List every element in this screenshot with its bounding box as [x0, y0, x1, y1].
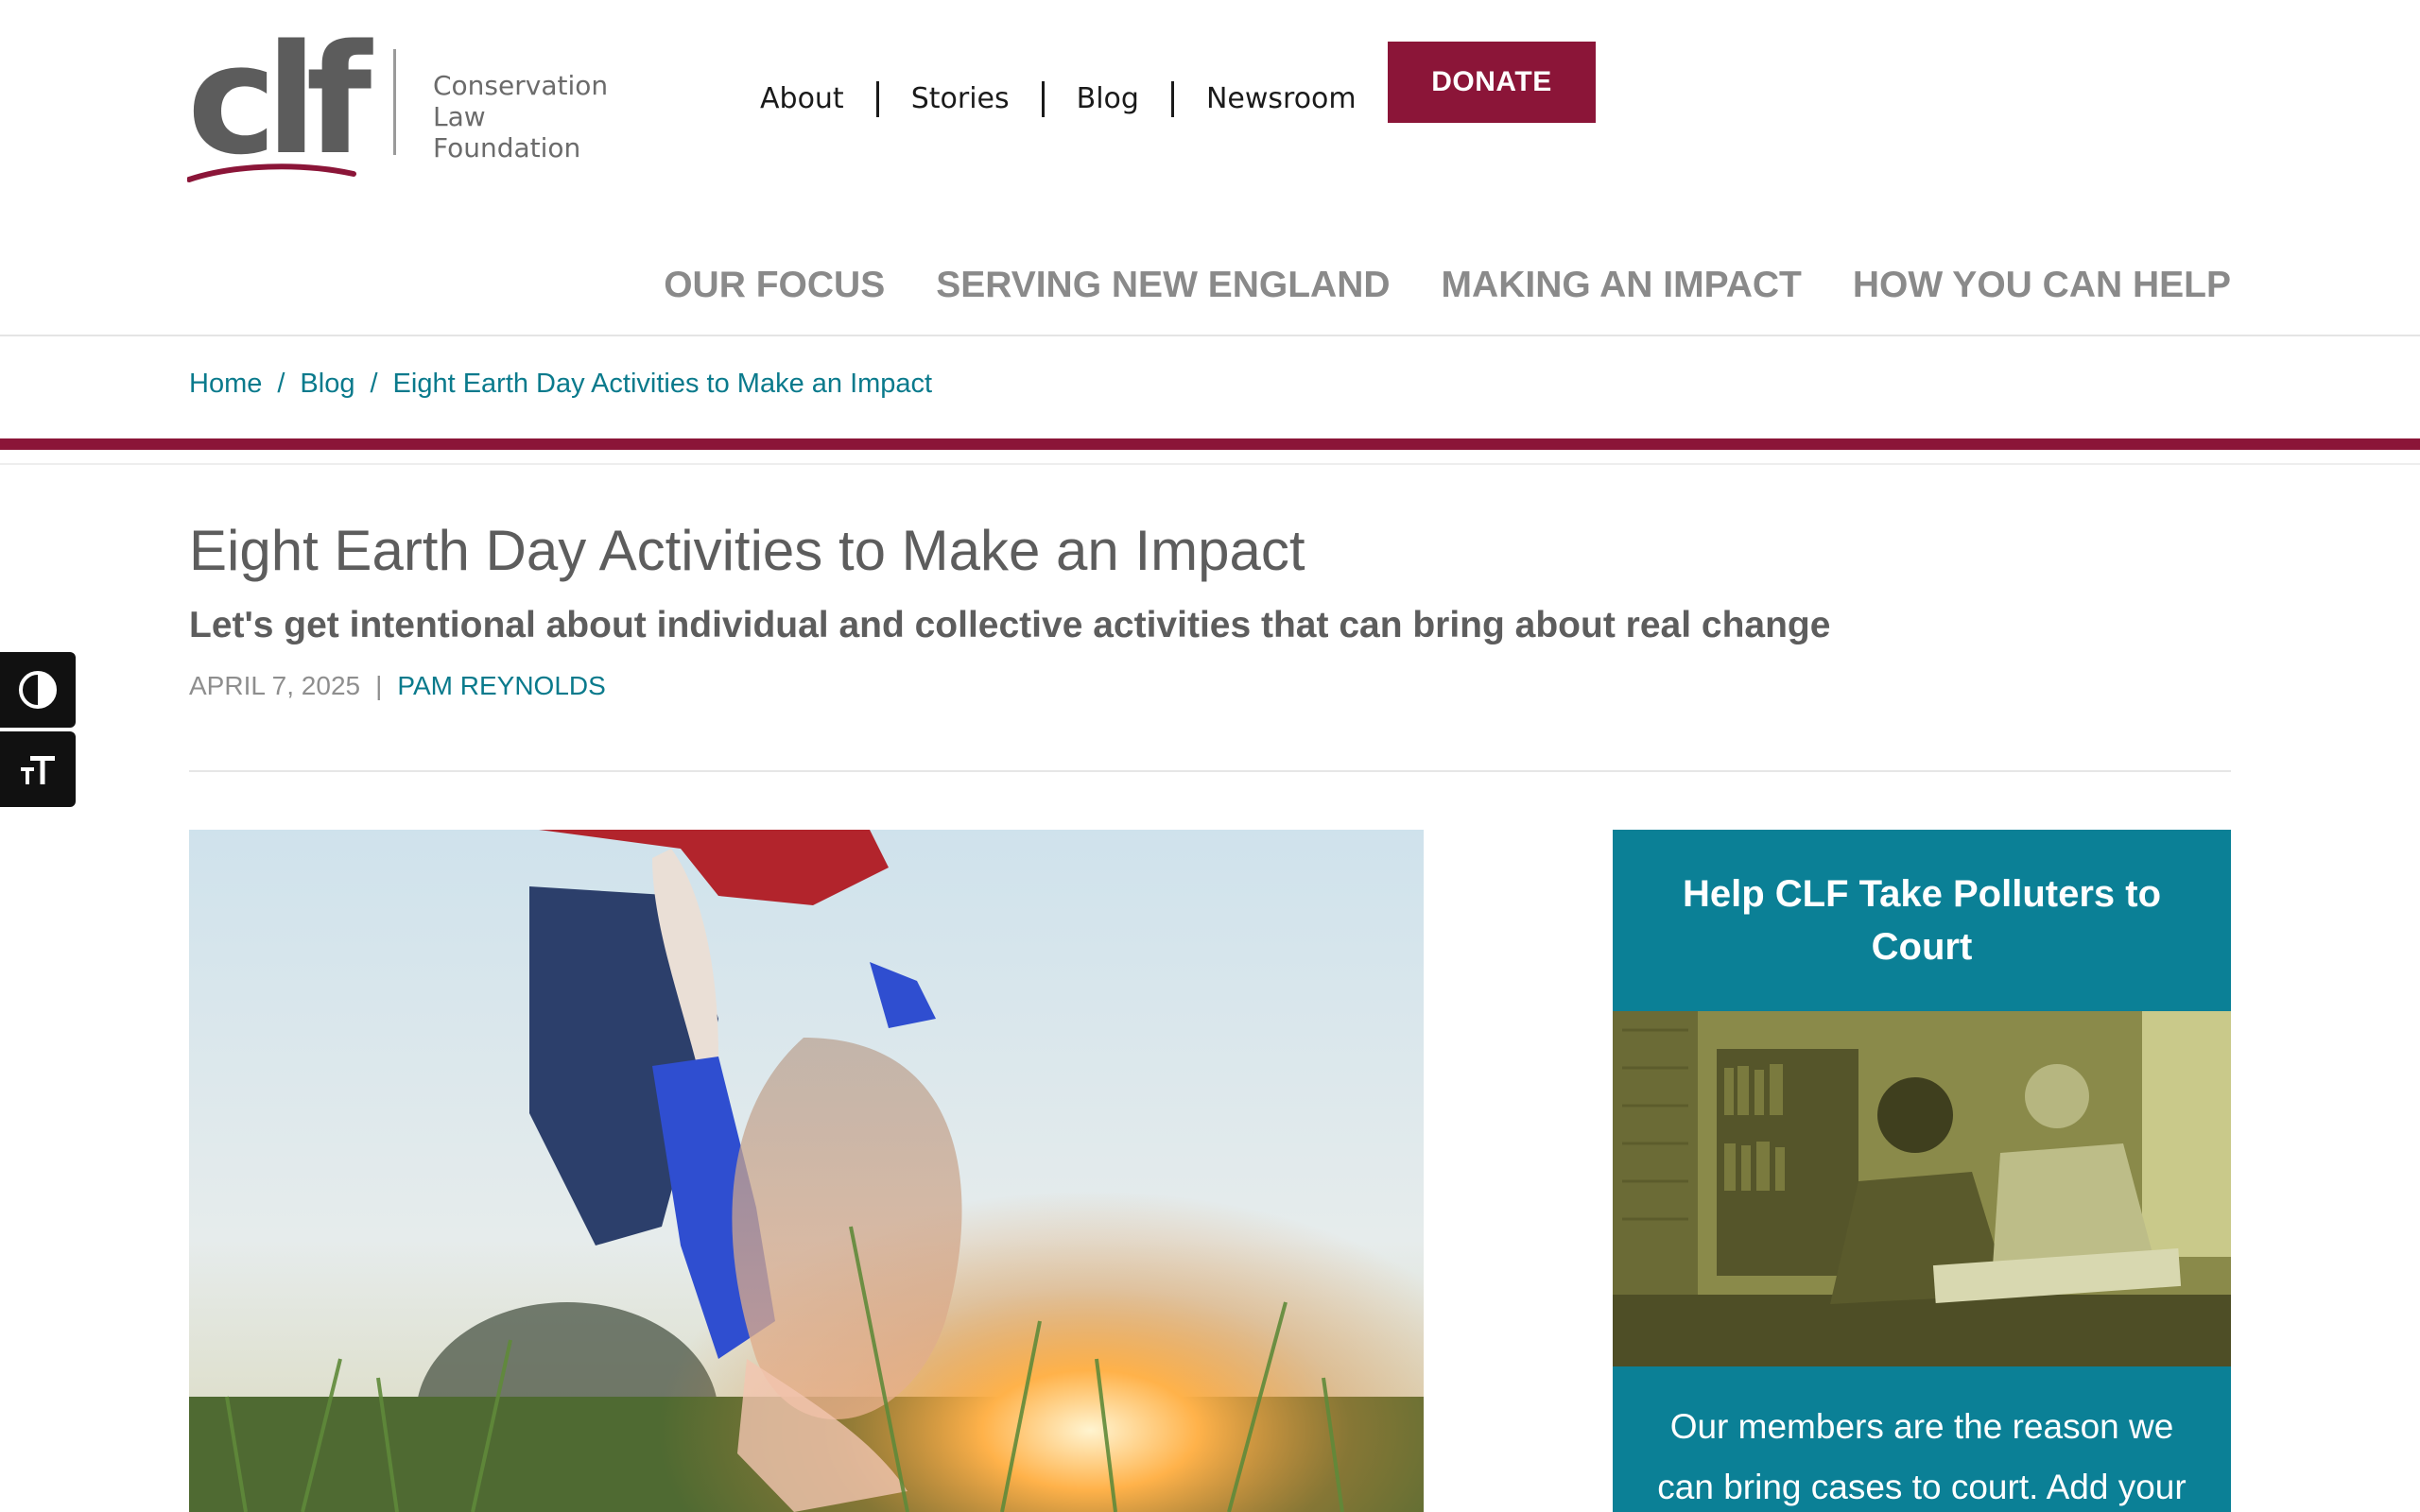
nav-blog[interactable]: Blog [1041, 81, 1171, 117]
accent-line [0, 463, 2420, 465]
main-nav-our-focus[interactable]: OUR FOCUS [664, 265, 885, 306]
contrast-icon [19, 671, 57, 709]
nav-newsroom[interactable]: Newsroom [1170, 81, 1389, 117]
article-author[interactable]: PAM REYNOLDS [397, 671, 605, 701]
logo-line-1: Conservation [433, 70, 609, 101]
site-logo[interactable]: clf Conservation Law Foundation [187, 11, 641, 188]
accent-bar [0, 438, 2420, 450]
breadcrumb-home[interactable]: Home [189, 369, 262, 400]
accessibility-toolbar [0, 652, 76, 811]
text-size-button[interactable] [0, 731, 76, 807]
nav-stories[interactable]: Stories [875, 81, 1042, 117]
header-divider [0, 335, 2420, 336]
donate-button[interactable]: DONATE [1388, 42, 1596, 123]
logo-wordmark: Conservation Law Foundation [433, 70, 641, 163]
utility-nav: About Stories Blog Newsroom [728, 81, 1389, 117]
card-photo-lawyers [1613, 1011, 2231, 1366]
main-nav-how-you-can-help[interactable]: HOW YOU CAN HELP [1853, 265, 2231, 306]
breadcrumb-separator: / [277, 369, 285, 399]
breadcrumb-current[interactable]: Eight Earth Day Activities to Make an Im… [393, 369, 933, 400]
hero-photo-earth-day-cleanup [189, 830, 1424, 1512]
breadcrumb-blog[interactable]: Blog [300, 369, 354, 400]
breadcrumb: Home / Blog / Eight Earth Day Activities… [189, 369, 932, 400]
article-meta: APRIL 7, 2025 | PAM REYNOLDS [189, 671, 606, 701]
article-date: APRIL 7, 2025 [189, 671, 361, 700]
main-nav-serving-new-england[interactable]: SERVING NEW ENGLAND [936, 265, 1390, 306]
article-subtitle: Let's get intentional about individual a… [189, 605, 1831, 645]
hero-image [189, 830, 1424, 1512]
meta-separator: | [375, 671, 383, 700]
donate-cta-card[interactable]: Help CLF Take Polluters to Court Our mem… [1613, 830, 2231, 1512]
logo-divider [393, 49, 396, 155]
card-body: Our members are the reason we can bring … [1657, 1407, 2187, 1506]
logo-mark: clf [187, 11, 372, 188]
logo-line-2: Law Foundation [433, 101, 581, 163]
page-title: Eight Earth Day Activities to Make an Im… [189, 519, 1305, 582]
nav-about[interactable]: About [728, 81, 876, 117]
main-nav: OUR FOCUS SERVING NEW ENGLAND MAKING AN … [664, 265, 2231, 306]
contrast-toggle-button[interactable] [0, 652, 76, 728]
logo-swoosh [187, 163, 356, 182]
breadcrumb-separator: / [370, 369, 378, 399]
card-title: Help CLF Take Polluters to Court [1683, 873, 2161, 968]
main-nav-making-an-impact[interactable]: MAKING AN IMPACT [1442, 265, 1802, 306]
title-divider [189, 770, 2231, 772]
text-size-icon [21, 756, 55, 784]
